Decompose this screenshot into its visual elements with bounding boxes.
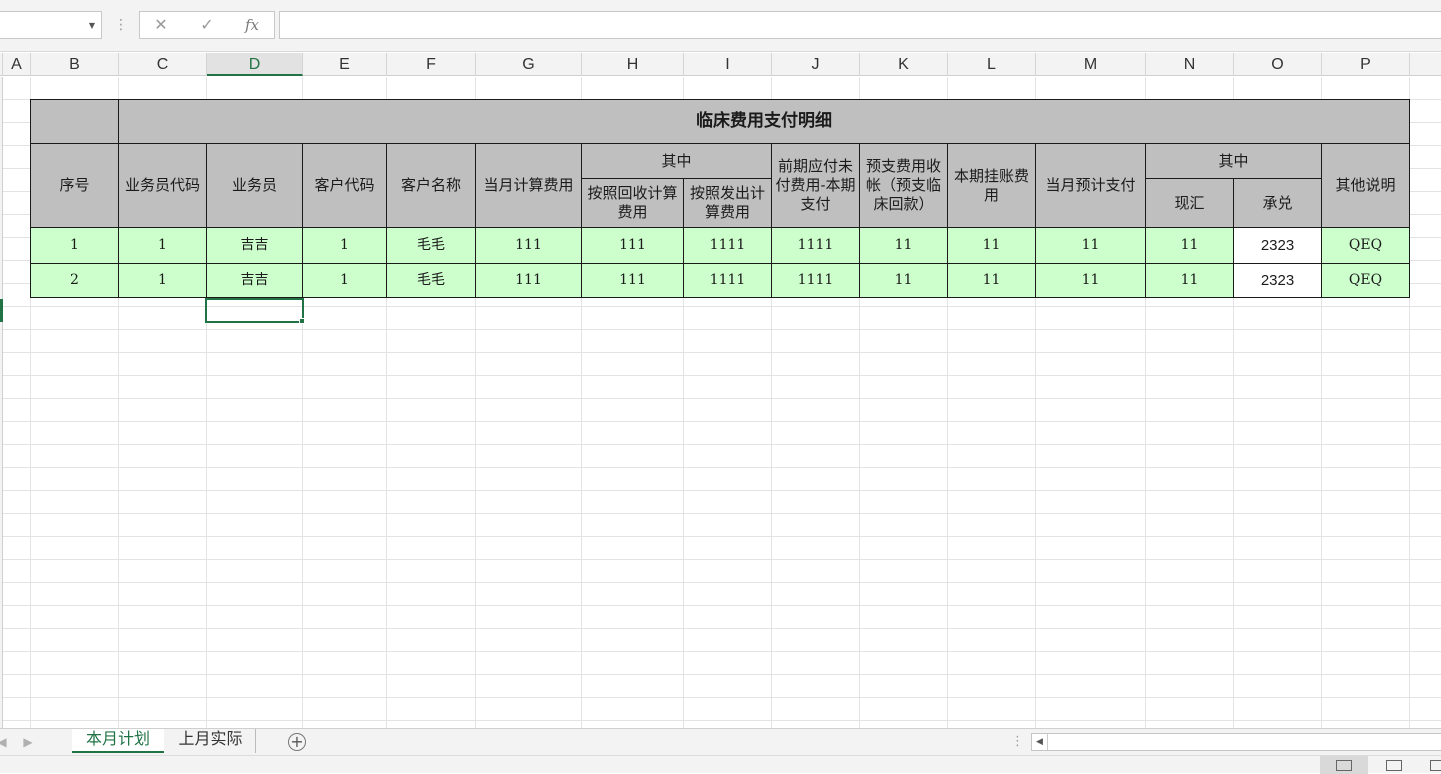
header-by-collection[interactable]: 按照回收计算费用 — [581, 178, 684, 228]
table-cell[interactable]: 11 — [1145, 227, 1234, 264]
header-prepaid[interactable]: 预支费用收帐（预支临床回款） — [859, 143, 948, 228]
drag-handle-icon[interactable]: ⋮ — [114, 14, 128, 36]
status-bar — [0, 755, 1441, 774]
column-header-o[interactable]: O — [1234, 53, 1322, 76]
header-customer-code[interactable]: 客户代码 — [302, 143, 387, 228]
column-header-j[interactable]: J — [772, 53, 860, 76]
table-cell[interactable]: 2 — [30, 263, 119, 298]
table-cell[interactable]: 11 — [1035, 263, 1146, 298]
table-cell[interactable]: 11 — [947, 263, 1036, 298]
page-break-view-icon[interactable] — [1430, 760, 1441, 771]
table-cell[interactable]: 1 — [302, 263, 387, 298]
header-prior-unpaid[interactable]: 前期应付未付费用-本期支付 — [771, 143, 860, 228]
column-header-l[interactable]: L — [948, 53, 1036, 76]
column-header-p[interactable]: P — [1322, 53, 1410, 76]
table-cell[interactable]: 1 — [118, 263, 207, 298]
column-header-h[interactable]: H — [582, 53, 684, 76]
chevron-down-icon[interactable]: ▼ — [89, 21, 95, 30]
sheet-tab-last-month-actual[interactable]: 上月实际 — [166, 729, 256, 753]
table-cell[interactable]: 毛毛 — [386, 227, 476, 264]
active-cell[interactable] — [205, 298, 304, 323]
column-header-e[interactable]: E — [303, 53, 387, 76]
header-acceptance[interactable]: 承兑 — [1233, 178, 1322, 228]
table-cell[interactable]: 11 — [947, 227, 1036, 264]
table-cell[interactable]: QEQ — [1321, 263, 1410, 298]
add-sheet-icon[interactable]: + — [288, 733, 306, 751]
drag-handle-icon[interactable]: ⋮ — [1011, 734, 1024, 749]
table-cell[interactable]: 2323 — [1233, 263, 1322, 298]
table-cell[interactable]: 1111 — [771, 227, 860, 264]
column-header-d[interactable]: D — [207, 53, 303, 76]
table-cell[interactable]: 1111 — [683, 227, 772, 264]
header-period-suspense[interactable]: 本期挂账费用 — [947, 143, 1036, 228]
table-cell[interactable]: 吉吉 — [206, 263, 303, 298]
column-headers: A B C D E F G H I J K L M N O P — [0, 53, 1441, 76]
header-month-calc-fee[interactable]: 当月计算费用 — [475, 143, 582, 228]
column-header-a[interactable]: A — [3, 53, 31, 76]
table-cell[interactable]: 11 — [859, 227, 948, 264]
header-salesperson[interactable]: 业务员 — [206, 143, 303, 228]
horizontal-scrollbar[interactable]: ◀ — [1031, 733, 1441, 751]
table-cell[interactable]: 1111 — [771, 263, 860, 298]
table-cell[interactable]: 11 — [1145, 263, 1234, 298]
column-header-b[interactable]: B — [31, 53, 119, 76]
enter-icon[interactable]: ✓ — [192, 14, 222, 36]
table-cell[interactable]: 2323 — [1233, 227, 1322, 264]
column-header-g[interactable]: G — [476, 53, 582, 76]
table-cell[interactable]: 111 — [475, 227, 582, 264]
table-cell[interactable]: QEQ — [1321, 227, 1410, 264]
column-header-q[interactable] — [1410, 53, 1441, 76]
header-other-notes[interactable]: 其他说明 — [1321, 143, 1410, 228]
table-cell[interactable]: 111 — [581, 227, 684, 264]
name-box[interactable]: ▼ — [0, 11, 102, 39]
grid-view-icon — [1336, 760, 1352, 771]
normal-view-button[interactable] — [1320, 756, 1368, 774]
formula-input[interactable] — [279, 11, 1441, 39]
fill-handle[interactable] — [299, 318, 305, 324]
header-seq[interactable]: 序号 — [30, 143, 119, 228]
formula-buttons: ✕ ✓ fx — [139, 11, 275, 39]
function-icon[interactable]: fx — [237, 14, 267, 36]
header-of-which-2[interactable]: 其中 — [1145, 143, 1322, 179]
table-cell[interactable]: 1 — [118, 227, 207, 264]
scroll-left-icon[interactable]: ◀ — [1032, 734, 1048, 750]
column-header-n[interactable]: N — [1146, 53, 1234, 76]
header-month-est-pay[interactable]: 当月预计支付 — [1035, 143, 1146, 228]
table-cell[interactable]: 11 — [859, 263, 948, 298]
table-cell[interactable]: 111 — [581, 263, 684, 298]
column-header-i[interactable]: I — [684, 53, 772, 76]
next-sheet-icon[interactable]: ▶ — [20, 733, 36, 751]
table-cell[interactable]: 1111 — [683, 263, 772, 298]
header-by-shipment[interactable]: 按照发出计算费用 — [683, 178, 772, 228]
table-cell[interactable]: 11 — [1035, 227, 1146, 264]
column-header-c[interactable]: C — [119, 53, 207, 76]
title-blank-cell[interactable] — [30, 99, 119, 144]
header-of-which-1[interactable]: 其中 — [581, 143, 772, 179]
table-cell[interactable]: 毛毛 — [386, 263, 476, 298]
column-header-f[interactable]: F — [387, 53, 476, 76]
previous-sheet-icon[interactable]: ◀ — [0, 733, 10, 751]
page-layout-view-icon[interactable] — [1386, 760, 1402, 771]
column-header-k[interactable]: K — [860, 53, 948, 76]
header-customer-name[interactable]: 客户名称 — [386, 143, 476, 228]
header-sales-code[interactable]: 业务员代码 — [118, 143, 207, 228]
sheet-tab-bar: ◀ ▶ 本月计划 上月实际 + ⋮ ◀ — [0, 728, 1441, 755]
formula-bar: ▼ ⋮ ✕ ✓ fx — [0, 0, 1441, 52]
header-remit[interactable]: 现汇 — [1145, 178, 1234, 228]
column-header-m[interactable]: M — [1036, 53, 1146, 76]
table-cell[interactable]: 111 — [475, 263, 582, 298]
table-title[interactable]: 临床费用支付明细 — [118, 99, 1410, 144]
table-cell[interactable]: 1 — [30, 227, 119, 264]
cancel-icon[interactable]: ✕ — [146, 14, 176, 36]
table-cell[interactable]: 吉吉 — [206, 227, 303, 264]
sheet-tab-this-month-plan[interactable]: 本月计划 — [72, 729, 164, 753]
table-cell[interactable]: 1 — [302, 227, 387, 264]
